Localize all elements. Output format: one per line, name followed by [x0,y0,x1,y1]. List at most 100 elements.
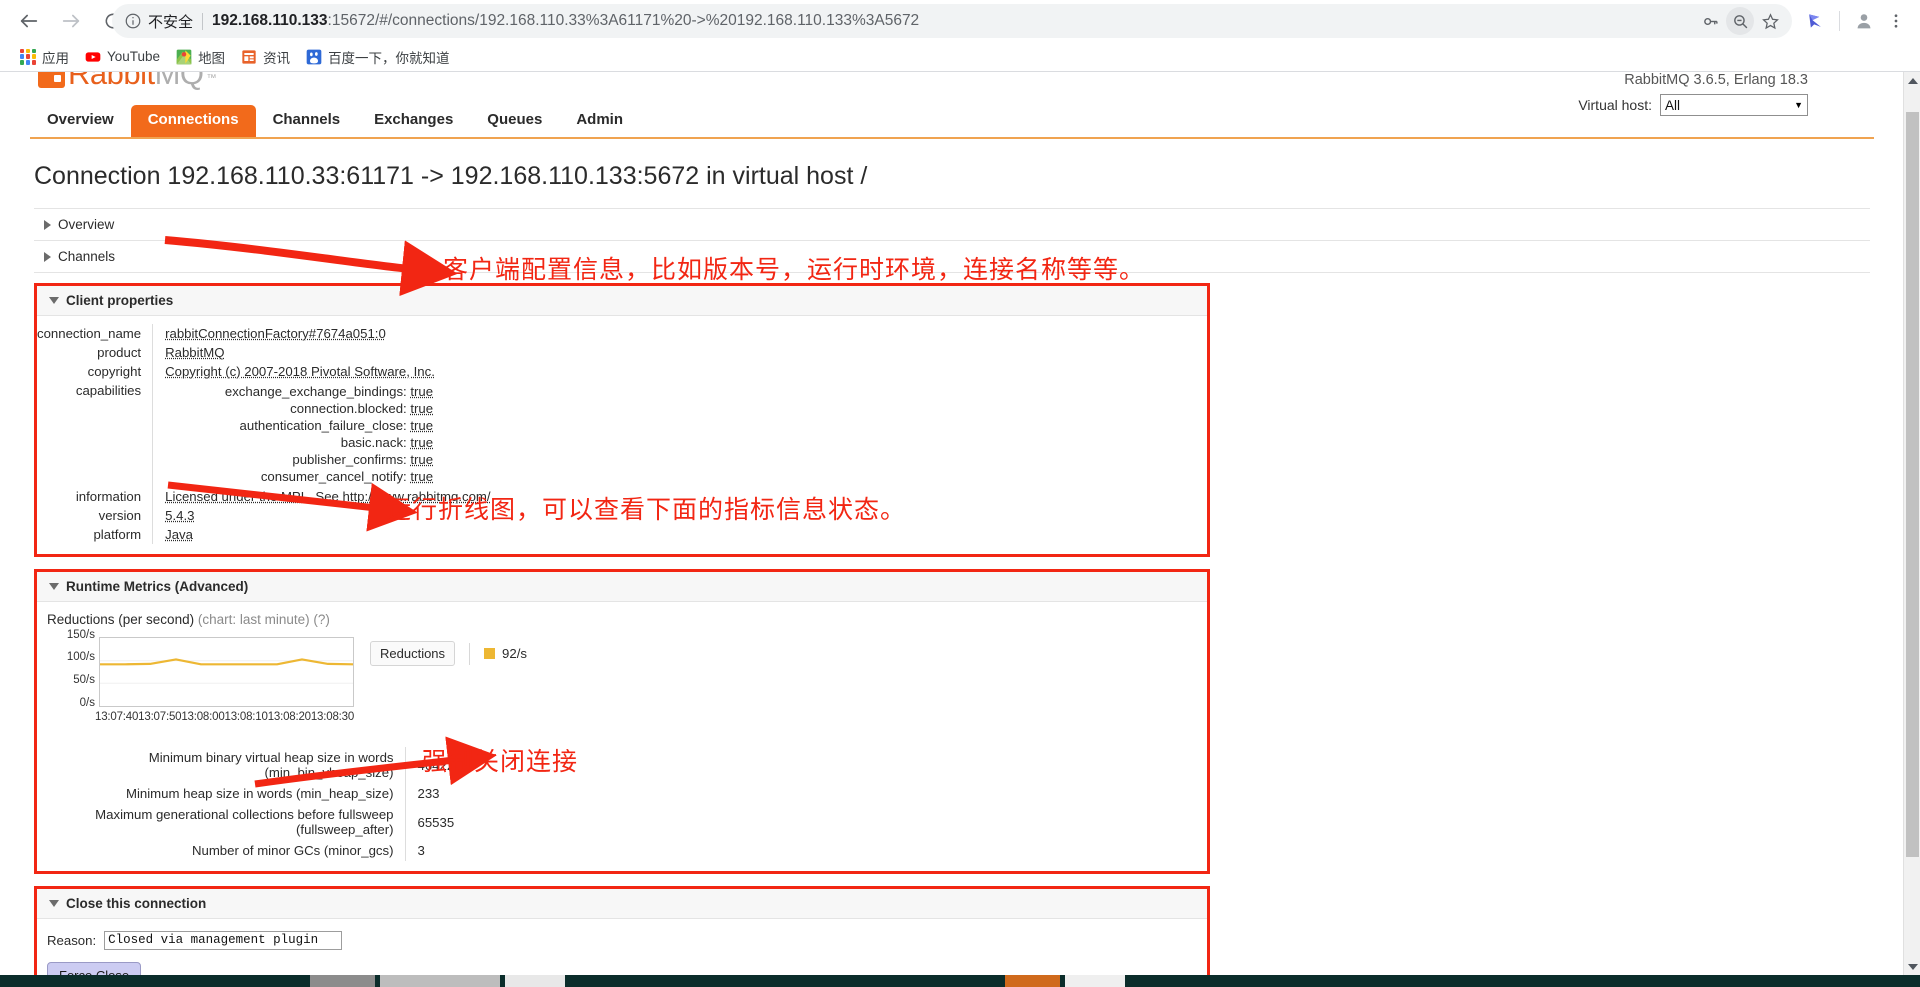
page-viewport: RabbitMQ ™ Log out Cluster: rabbit@slave… [0,72,1920,975]
bookmark-apps[interactable]: 应用 [12,44,77,70]
browser-menu-icon[interactable] [1882,7,1910,35]
chart-x-axis: 13:07:4013:07:5013:08:0013:08:1013:08:20… [95,711,354,723]
forward-arrow-icon[interactable] [54,4,88,38]
capability-value: true [410,401,434,416]
row-value: RabbitMQ [165,345,225,360]
rabbitmq-logo: RabbitMQ ™ [38,72,217,89]
runtime-metrics-header[interactable]: Runtime Metrics (Advanced) [37,572,1207,602]
tab-admin[interactable]: Admin [559,105,640,137]
capability-name: connection.blocked [290,401,404,416]
google-maps-icon [176,49,192,65]
x-tick: 13:08:10 [224,711,268,723]
version-line: RabbitMQ 3.6.5, Erlang 18.3 [1624,72,1808,88]
capability-name: publisher_confirms [292,452,404,467]
close-connection-header-inner: Close this connection [49,896,1207,911]
address-bar[interactable]: 不安全 192.168.110.133:15672/#/connections/… [112,4,1792,38]
omnibox-actions [1696,7,1784,35]
table-row: Minimum binary virtual heap size in word… [47,747,454,783]
force-close-button[interactable]: Force Close [47,962,142,975]
security-status-label: 不安全 [148,13,194,31]
y-tick-150: 150/s [66,629,95,641]
bookmark-star-icon[interactable] [1756,7,1784,35]
bookmark-youtube[interactable]: YouTube [77,46,168,68]
bookmark-baidu[interactable]: 百度一下，你就知道 [298,44,458,70]
y-tick-100: 100/s [66,651,95,663]
anno-force-close: 强制关闭连接 [422,747,579,776]
legend-series-button[interactable]: Reductions [370,641,456,666]
tab-exchanges[interactable]: Exchanges [357,105,470,137]
url-path: :15672/#/connections/192.168.110.33%3A61… [327,12,920,29]
capability-name: authentication_failure_close [239,418,404,433]
capability-item: consumer_cancel_notify: true [260,469,434,484]
page-scrollbar[interactable] [1903,72,1920,975]
close-connection-panel: Close this connection Reason: Force Clos… [34,886,1210,975]
row-value: 5.4.3 [165,508,195,523]
news-icon [241,49,257,65]
capability-value: true [410,435,434,450]
table-row-capabilities: capabilities exchange_exchange_bindings:… [37,381,1207,487]
capability-name: basic.nack [340,435,404,450]
scroll-up-arrow-icon[interactable] [1904,72,1920,89]
bookmark-label: YouTube [107,49,161,64]
url-host: 192.168.110.133 [212,12,328,29]
y-tick-0: 0/s [79,697,95,709]
row-value: Copyright (c) 2007-2018 Pivotal Software… [165,364,435,379]
chevron-down-icon [49,297,59,304]
chart-y-axis: 150/s 100/s 50/s 0/s [55,629,95,709]
tab-overview[interactable]: Overview [30,105,131,137]
capability-value: true [410,469,434,484]
taskbar-item[interactable] [1065,975,1125,987]
runtime-metrics-table: Minimum binary virtual heap size in word… [47,747,454,861]
legend-current-value: 92/s [484,646,527,661]
bookmark-label: 百度一下，你就知道 [328,50,450,66]
reason-input[interactable] [104,931,343,950]
taskbar-item[interactable] [380,975,500,987]
x-tick: 13:08:30 [310,711,355,723]
section-channels-label: Channels [58,249,116,264]
tab-queues[interactable]: Queues [470,105,559,137]
row-key: version [37,506,154,525]
apps-grid-icon [20,48,36,65]
row-value: rabbitConnectionFactory#7674a051:0 [165,326,386,341]
capability-item: authentication_failure_close: true [239,418,434,433]
capability-item: connection.blocked: true [290,401,434,416]
omnibox-divider [202,12,204,30]
taskbar-item[interactable] [1005,975,1060,987]
runtime-metrics-title: Runtime Metrics (Advanced) [66,579,249,594]
table-row: connection_name rabbitConnectionFactory#… [37,324,1207,343]
table-row: Minimum heap size in words (min_heap_siz… [47,783,454,804]
chart-series-reductions [98,658,355,666]
client-properties-header[interactable]: Client properties [37,286,1207,316]
rabbitmq-logo-icon [38,72,65,88]
table-row: product RabbitMQ [37,343,1207,362]
info-circle-icon[interactable] [124,12,142,30]
metric-key: Number of minor GCs (minor_gcs) [47,840,406,861]
scroll-down-arrow-icon[interactable] [1904,958,1920,975]
section-overview[interactable]: Overview [34,208,1870,241]
back-arrow-icon[interactable] [12,4,46,38]
bookmarks-bar: 应用 YouTube 地图 资讯 百度一下，你就知道 [0,42,1920,72]
section-overview-header[interactable]: Overview [44,217,1870,232]
legend-divider [469,642,471,665]
tab-channels[interactable]: Channels [256,105,358,137]
taskbar-item[interactable] [505,975,565,987]
bookmark-news[interactable]: 资讯 [233,44,298,70]
bookmark-maps[interactable]: 地图 [168,44,233,70]
metric-key: Minimum binary virtual heap size in word… [47,747,406,783]
chart-caption-dim[interactable]: (chart: last minute) (?) [198,612,330,627]
table-row: Maximum generational collections before … [47,804,454,840]
extension-icon[interactable] [1801,7,1829,35]
row-key: copyright [37,362,154,381]
reason-label: Reason: [47,933,97,948]
key-icon[interactable] [1696,7,1724,35]
zoom-out-icon[interactable] [1726,7,1754,35]
avatar[interactable] [1850,7,1878,35]
scrollbar-thumb[interactable] [1906,112,1919,857]
tab-connections[interactable]: Connections [130,105,256,137]
chart-caption: Reductions (per second) (chart: last min… [37,602,1207,635]
taskbar-item[interactable] [310,975,375,987]
baidu-icon [306,49,322,65]
section-overview-label: Overview [58,217,115,232]
close-connection-header[interactable]: Close this connection [37,889,1207,919]
capability-name: exchange_exchange_bindings [224,384,404,399]
